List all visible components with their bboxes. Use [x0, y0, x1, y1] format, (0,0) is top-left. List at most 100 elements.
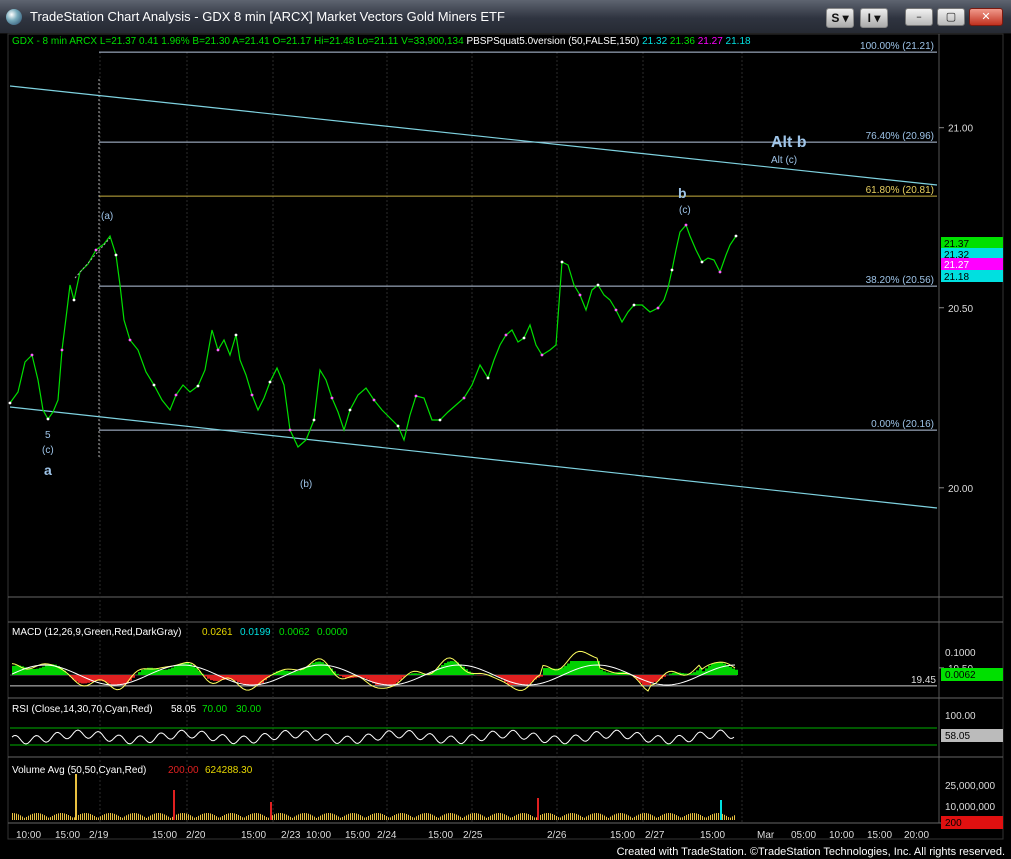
rsi-value: 58.05: [171, 704, 196, 715]
volume-bar: [416, 816, 417, 820]
volume-bar: [676, 815, 677, 820]
volume-bar: [304, 813, 305, 820]
rsi-axis-label: 100.00: [945, 711, 976, 722]
volume-value-2: 624288.30: [205, 765, 253, 776]
volume-bar: [128, 814, 129, 820]
pivot-dot: [288, 428, 292, 432]
pivot-dot: [632, 303, 636, 307]
volume-bar: [532, 816, 533, 820]
macd-bar: [672, 672, 675, 675]
volume-bar: [662, 814, 663, 820]
macd-value-2: 0.0199: [240, 627, 271, 638]
macd-bar: [420, 673, 423, 675]
volume-bar: [288, 815, 289, 820]
volume-bar: [426, 813, 427, 820]
time-axis-label: 15:00: [610, 830, 635, 841]
volume-bar: [136, 813, 137, 820]
macd-bar: [609, 672, 612, 675]
volume-bar: [486, 817, 487, 820]
pivot-dot: [152, 383, 156, 387]
volume-bar: [144, 816, 145, 820]
volume-bar: [522, 813, 523, 820]
volume-bar: [584, 817, 585, 820]
volume-bar: [640, 813, 641, 820]
macd-bar: [84, 675, 87, 684]
volume-bar: [578, 814, 579, 820]
price-tag-text: 21.27: [944, 260, 969, 271]
volume-bar: [648, 813, 649, 820]
macd-bar: [39, 667, 42, 675]
volume-bar: [510, 817, 511, 820]
volume-bar: [464, 816, 465, 820]
volume-bar: [28, 815, 29, 820]
volume-bar: [318, 816, 319, 820]
volume-bar: [338, 816, 339, 820]
volume-bar: [332, 813, 333, 820]
pivot-dot: [250, 393, 254, 397]
chart-canvas[interactable]: 200.00% (22.27)176.40% (22.02)161.80% (2…: [0, 0, 1011, 859]
rsi-overbought: 70.00: [202, 704, 227, 715]
volume-bar: [374, 813, 375, 820]
volume-bar: [722, 813, 723, 820]
macd-bar: [735, 669, 738, 675]
macd-bar: [45, 665, 48, 675]
pivot-dot: [30, 353, 34, 357]
volume-bar: [340, 817, 341, 820]
volume-bar: [12, 813, 13, 820]
volume-bar: [262, 814, 263, 820]
volume-bar: [24, 817, 25, 820]
volume-bar: [694, 813, 695, 820]
volume-bar: [336, 815, 337, 820]
volume-bar: [378, 813, 379, 820]
volume-bar: [418, 815, 419, 820]
volume-bar: [572, 813, 573, 820]
volume-bar: [90, 813, 91, 820]
volume-bar: [112, 813, 113, 820]
pivot-dot: [614, 308, 618, 312]
volume-bar: [692, 813, 693, 820]
volume-bar: [530, 815, 531, 820]
macd-bar: [417, 673, 420, 675]
pivot-dot: [60, 348, 64, 352]
lower-channel-line[interactable]: [9, 406, 938, 509]
time-axis-label: 20:00: [904, 830, 929, 841]
volume-bar: [634, 816, 635, 820]
rsi-tag-text: 58.05: [945, 731, 970, 742]
volume-bar: [192, 816, 193, 820]
volume-bar: [574, 813, 575, 820]
macd-bar: [696, 670, 699, 675]
volume-bar: [166, 815, 167, 820]
macd-label: MACD (12,26,9,Green,Red,DarkGray): [12, 627, 182, 638]
fib-levels: 200.00% (22.27)176.40% (22.02)161.80% (2…: [99, 41, 937, 431]
volume-bar: [552, 813, 553, 820]
pivot-dot: [46, 417, 50, 421]
macd-bar: [75, 675, 78, 682]
volume-bar: [646, 813, 647, 820]
volume-bar: [46, 816, 47, 820]
volume-bar: [564, 815, 565, 820]
volume-bar: [470, 813, 471, 820]
volume-bar: [480, 814, 481, 820]
volume-bar: [382, 814, 383, 820]
volume-tag-text: 200: [945, 818, 962, 829]
macd-bar: [297, 670, 300, 675]
volume-bar: [78, 814, 79, 820]
volume-bar: [590, 814, 591, 820]
volume-bar: [322, 814, 323, 820]
price-axis-label: 20.00: [948, 484, 973, 495]
volume-bar: [52, 815, 53, 820]
volume-bar: [118, 815, 119, 820]
volume-bar: [620, 813, 621, 820]
volume-bar: [474, 813, 475, 820]
volume-bar: [652, 815, 653, 820]
volume-bar: [86, 813, 87, 820]
volume-bar: [636, 815, 637, 820]
annotation-a-paren: (a): [101, 211, 113, 222]
volume-bar: [372, 813, 373, 820]
macd-bar: [723, 663, 726, 675]
volume-bar: [266, 817, 267, 820]
volume-bar: [392, 816, 393, 820]
volume-bar: [526, 813, 527, 820]
volume-bar: [294, 816, 295, 820]
fib-label: 100.00% (21.21): [860, 41, 934, 52]
